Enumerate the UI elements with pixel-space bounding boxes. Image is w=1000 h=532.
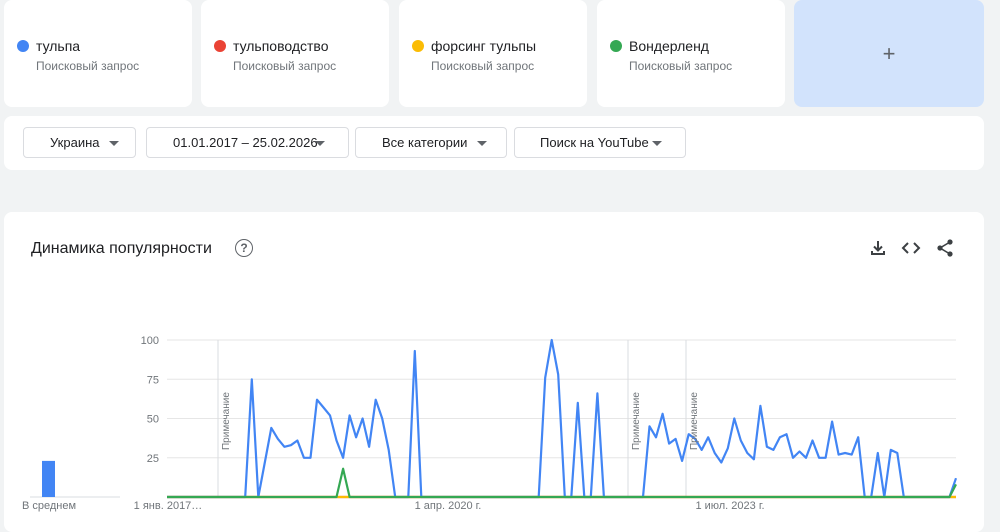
plus-icon: + — [882, 40, 896, 66]
category-value: Все категории — [382, 135, 468, 150]
source-value: Поиск на YouTube — [540, 135, 649, 150]
term-name[interactable]: Вондерленд — [629, 38, 709, 54]
region-dropdown[interactable]: Украина — [23, 127, 136, 158]
term-color-dot — [610, 40, 622, 52]
category-dropdown[interactable]: Все категории — [355, 127, 507, 158]
period-value: 01.01.2017 – 25.02.2026 — [173, 135, 318, 150]
term-type: Поисковый запрос — [36, 59, 140, 73]
average-bars — [30, 460, 120, 498]
region-value: Украина — [50, 135, 100, 150]
term-color-dot — [412, 40, 424, 52]
term-color-dot — [17, 40, 29, 52]
y-tick-label: 25 — [147, 453, 159, 465]
term-type: Поисковый запрос — [233, 59, 337, 73]
average-label: В среднем — [22, 500, 76, 512]
average-bar — [42, 460, 55, 497]
term-type: Поисковый запрос — [629, 59, 733, 73]
note-label: Примечание — [689, 392, 700, 450]
source-dropdown[interactable]: Поиск на YouTube — [514, 127, 686, 158]
x-tick-label: 1 июл. 2023 г. — [695, 500, 764, 512]
note-label: Примечание — [221, 392, 232, 450]
caret-down-icon — [109, 141, 119, 146]
search-terms-row: тульпа Поисковый запрос тульповодство По… — [0, 0, 1000, 108]
term-color-dot — [214, 40, 226, 52]
term-card-3[interactable]: форсинг тульпы Поисковый запрос — [399, 0, 587, 107]
term-name[interactable]: тульповодство — [233, 38, 329, 54]
period-dropdown[interactable]: 01.01.2017 – 25.02.2026 — [146, 127, 349, 158]
y-tick-label: 50 — [147, 414, 159, 426]
caret-down-icon — [652, 141, 662, 146]
note-label: Примечание — [631, 392, 642, 450]
interest-over-time-panel: Динамика популярности ? 25 50 75 100 Примеча… — [4, 212, 984, 532]
caret-down-icon — [477, 141, 487, 146]
add-term-button[interactable]: + — [794, 0, 984, 107]
term-card-2[interactable]: тульповодство Поисковый запрос — [201, 0, 389, 107]
term-name[interactable]: тульпа — [36, 38, 80, 54]
x-tick-label: 1 апр. 2020 г. — [415, 500, 482, 512]
line-chart: 25 50 75 100 Примечание Примечание Примечание 1… — [22, 335, 958, 512]
filter-bar: Украина 01.01.2017 – 25.02.2026 Все кате… — [4, 116, 984, 170]
caret-down-icon — [315, 141, 325, 146]
y-tick-label: 75 — [147, 374, 159, 386]
y-tick-label: 100 — [141, 335, 159, 347]
term-card-1[interactable]: тульпа Поисковый запрос — [4, 0, 192, 107]
term-card-4[interactable]: Вондерленд Поисковый запрос — [597, 0, 785, 107]
term-name[interactable]: форсинг тульпы — [431, 38, 536, 54]
series-line — [167, 467, 957, 499]
term-type: Поисковый запрос — [431, 59, 535, 73]
x-tick-label: 1 янв. 2017… — [134, 500, 203, 512]
